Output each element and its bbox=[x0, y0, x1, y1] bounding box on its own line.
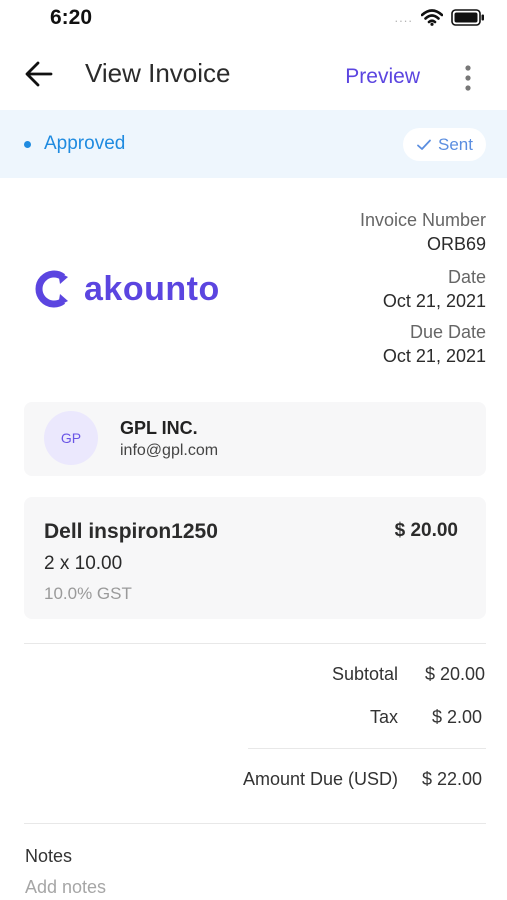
more-vertical-icon bbox=[465, 65, 471, 91]
akounto-logo-icon bbox=[35, 270, 68, 308]
invoice-number-label: Invoice Number bbox=[359, 210, 486, 230]
totals-divider bbox=[248, 748, 486, 749]
item-quantity: 2 x 10.00 bbox=[44, 553, 123, 574]
tax-label: Tax bbox=[369, 707, 398, 727]
check-icon bbox=[417, 139, 431, 150]
invoice-number-block: Invoice Number ORB69 bbox=[360, 210, 486, 255]
date-value: Oct 21, 2021 bbox=[382, 291, 486, 311]
notes-title: Notes bbox=[25, 846, 73, 866]
due-date-label: Due Date bbox=[409, 322, 486, 342]
line-item-card[interactable]: Dell inspiron1250 $ 20.00 2 x 10.00 10.0… bbox=[24, 497, 486, 619]
tax-value: $ 2.00 bbox=[431, 707, 482, 727]
sent-badge-label: Sent bbox=[438, 134, 473, 154]
add-notes-field[interactable]: Add notes bbox=[25, 877, 106, 898]
approved-status-label: Approved bbox=[44, 133, 126, 154]
more-options-button[interactable] bbox=[457, 63, 479, 93]
status-icons: .... bbox=[395, 9, 485, 26]
invoice-status-bar: Approved Sent bbox=[0, 110, 507, 178]
invoice-number-value: ORB69 bbox=[426, 234, 486, 254]
item-tax: 10.0% GST bbox=[44, 584, 132, 603]
due-date-block: Due Date Oct 21, 2021 bbox=[383, 322, 486, 367]
sent-badge: Sent bbox=[403, 128, 486, 161]
invoice-date-block: Date Oct 21, 2021 bbox=[383, 267, 486, 312]
item-name: Dell inspiron1250 bbox=[44, 520, 218, 543]
wifi-icon bbox=[421, 9, 443, 26]
amount-due-value: $ 22.00 bbox=[421, 769, 482, 789]
client-email: info@gpl.com bbox=[120, 442, 219, 459]
status-bar: 6:20 .... bbox=[0, 0, 507, 40]
item-price: $ 20.00 bbox=[394, 520, 458, 541]
amount-due-label: Amount Due (USD) bbox=[242, 769, 398, 789]
client-name: GPL INC. bbox=[120, 418, 198, 438]
preview-button[interactable]: Preview bbox=[345, 65, 420, 89]
status-time: 6:20 bbox=[50, 6, 93, 29]
subtotal-value: $ 20.00 bbox=[424, 664, 485, 684]
subtotal-label: Subtotal bbox=[331, 664, 398, 684]
battery-icon bbox=[451, 9, 484, 26]
back-button[interactable] bbox=[22, 57, 56, 91]
notes-divider bbox=[24, 823, 486, 824]
app-bar: View Invoice Preview bbox=[0, 45, 507, 105]
client-card[interactable]: GP GPL INC. info@gpl.com bbox=[24, 402, 486, 476]
status-dot-icon bbox=[24, 141, 31, 148]
due-date-value: Oct 21, 2021 bbox=[382, 346, 486, 366]
back-arrow-icon bbox=[25, 61, 53, 87]
company-logo-text: akounto bbox=[84, 269, 220, 308]
signal-icon: .... bbox=[394, 10, 413, 25]
date-label: Date bbox=[447, 267, 486, 287]
client-avatar: GP bbox=[44, 411, 98, 465]
divider bbox=[24, 643, 486, 644]
page-title: View Invoice bbox=[85, 58, 231, 88]
company-logo: akounto bbox=[32, 268, 220, 310]
